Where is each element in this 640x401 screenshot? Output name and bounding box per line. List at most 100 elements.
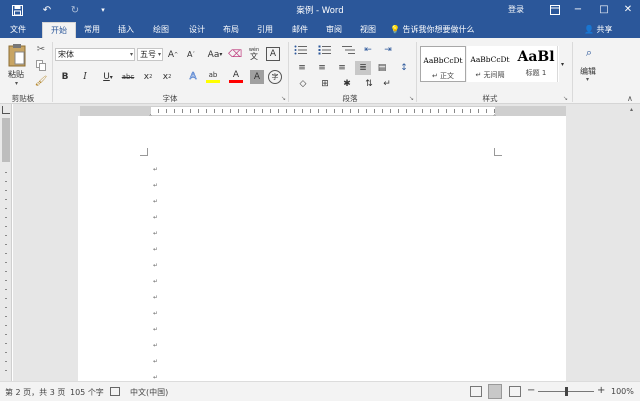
zoom-level[interactable]: 100% [611,387,634,396]
scroll-up-icon[interactable]: ▴ [630,106,633,113]
paste-label: 粘贴 [8,70,24,79]
collapse-ribbon-icon[interactable]: ∧ [627,94,633,103]
subscript-button[interactable]: x2 [141,70,155,84]
paragraph-mark: ↵ [153,310,159,317]
zoom-slider-thumb[interactable] [565,387,568,396]
tab-selector-icon[interactable] [2,106,10,114]
chevron-down-icon: ▾ [157,51,161,58]
copy-icon[interactable] [34,58,48,72]
vertical-ruler[interactable] [0,104,12,381]
grow-font-button[interactable]: A ^ [166,48,180,61]
bullets-button[interactable] [292,44,310,56]
decrease-indent-icon[interactable]: ⇤ [361,44,375,56]
margin-corner-mark [140,148,148,156]
tab-references[interactable]: 引用 [253,22,277,38]
line-spacing-icon[interactable]: ↕ [397,62,411,74]
style-no-spacing[interactable]: AaBbCcDt ↵ 无间隔 [467,46,513,82]
sort-icon[interactable]: ⇅ [362,78,376,90]
zoom-in-button[interactable]: + [597,385,605,396]
proofing-icon[interactable] [110,387,120,396]
tab-view[interactable]: 视图 [356,22,380,38]
editing-dropdown-icon[interactable]: ▾ [586,76,589,83]
style-heading-1[interactable]: AaBl 标题 1 [513,46,559,82]
font-color-button[interactable]: A [226,69,246,84]
distributed-icon[interactable]: ▤ [375,62,389,74]
tab-home[interactable]: 开始 [42,22,76,38]
tab-layout[interactable]: 布局 [219,22,243,38]
find-icon[interactable]: ⌕ [582,46,596,60]
word-count[interactable]: 105 个字 [70,387,104,398]
horizontal-ruler[interactable]: ▵ ▵ [80,106,566,119]
margin-corner-mark [494,148,502,156]
align-left-icon[interactable]: ≡ [295,62,309,74]
borders-icon[interactable]: ⊞ [317,78,333,90]
paragraph-mark: ↵ [153,182,159,189]
character-shading-button[interactable]: A [250,70,264,84]
tab-common[interactable]: 常用 [80,22,104,38]
font-dialog-launcher-icon[interactable]: ↘ [281,95,286,102]
maximize-icon[interactable]: □ [596,2,612,18]
styles-dialog-launcher-icon[interactable]: ↘ [563,95,568,102]
style-sample: AaBl [517,49,555,65]
zoom-out-button[interactable]: − [527,385,535,396]
text-effects-button[interactable]: A [184,69,202,84]
font-size-select[interactable]: 五号 ▾ [137,48,163,61]
page-count[interactable]: 第 2 页，共 3 页 [5,387,65,398]
strikethrough-button[interactable]: abc [120,70,136,84]
tab-file[interactable]: 文件 [4,22,32,38]
styles-more-icon[interactable]: ▾ [557,46,567,82]
language-indicator[interactable]: 中文(中国) [130,387,168,398]
font-name-value: 宋体 [58,50,74,59]
minimize-icon[interactable]: − [570,2,586,18]
character-border-button[interactable]: A [266,47,280,61]
tab-insert[interactable]: 插入 [114,22,138,38]
login-link[interactable]: 登录 [508,4,524,15]
tab-review[interactable]: 审阅 [322,22,346,38]
increase-indent-icon[interactable]: ⇥ [381,44,395,56]
read-mode-icon[interactable] [470,386,482,397]
justify-icon[interactable]: ≣ [355,61,371,75]
left-margin-area [81,107,151,115]
clear-formatting-icon[interactable]: ⌫ [228,47,242,61]
window-title: 案例 - Word [296,6,344,16]
bold-button[interactable]: B [58,70,72,84]
zoom-slider[interactable] [538,387,594,396]
enclose-characters-button[interactable]: 字 [268,70,282,84]
superscript-button[interactable]: x2 [160,70,174,84]
vertical-scrollbar[interactable]: ▴ [627,104,640,381]
ribbon-display-options-icon[interactable] [547,2,563,18]
align-center-icon[interactable]: ≡ [315,62,329,74]
font-name-select[interactable]: 宋体 ▾ [55,48,135,61]
highlight-button[interactable]: ab [203,69,223,84]
paste-button[interactable] [6,42,28,68]
tab-design[interactable]: 设计 [185,22,209,38]
cut-icon[interactable]: ✂ [34,42,48,56]
tab-mailings[interactable]: 邮件 [288,22,312,38]
align-right-icon[interactable]: ≡ [335,62,349,74]
numbering-button[interactable] [316,44,334,56]
style-normal[interactable]: AaBbCcDt ↵ 正文 [420,46,466,82]
close-icon[interactable]: ✕ [620,2,636,18]
separator [416,42,417,102]
chinese-layout-icon[interactable]: ✱ [340,78,354,90]
print-layout-icon[interactable] [488,384,502,399]
format-painter-icon[interactable]: 🖌 [34,74,48,88]
paragraph-mark: ↵ [153,358,159,365]
phonetic-guide-button[interactable]: wén 文 [247,47,261,61]
paste-dropdown-icon[interactable]: ▾ [15,80,18,87]
underline-button[interactable]: U ▾ [98,70,118,84]
separator [572,42,573,102]
change-case-button[interactable]: Aa ▾ [205,48,225,61]
italic-button[interactable]: I [78,70,92,84]
separator [52,42,53,102]
paragraph-dialog-launcher-icon[interactable]: ↘ [409,95,414,102]
tell-me-box[interactable]: 💡 告诉我你想要做什么 [390,23,475,36]
web-layout-icon[interactable] [509,386,521,397]
tab-draw[interactable]: 绘图 [149,22,173,38]
shading-icon[interactable]: ◇ [295,78,311,90]
shrink-font-button[interactable]: Aˇ [184,48,198,61]
document-page[interactable]: ↵ ↵ ↵ ↵ ↵ ↵ ↵ ↵ ↵ ↵ ↵ ↵ ↵ ↵ [78,116,566,381]
show-marks-icon[interactable]: ↵ [380,78,394,90]
multilevel-list-button[interactable] [340,44,358,56]
share-button[interactable]: 👤 共享 [584,23,613,36]
